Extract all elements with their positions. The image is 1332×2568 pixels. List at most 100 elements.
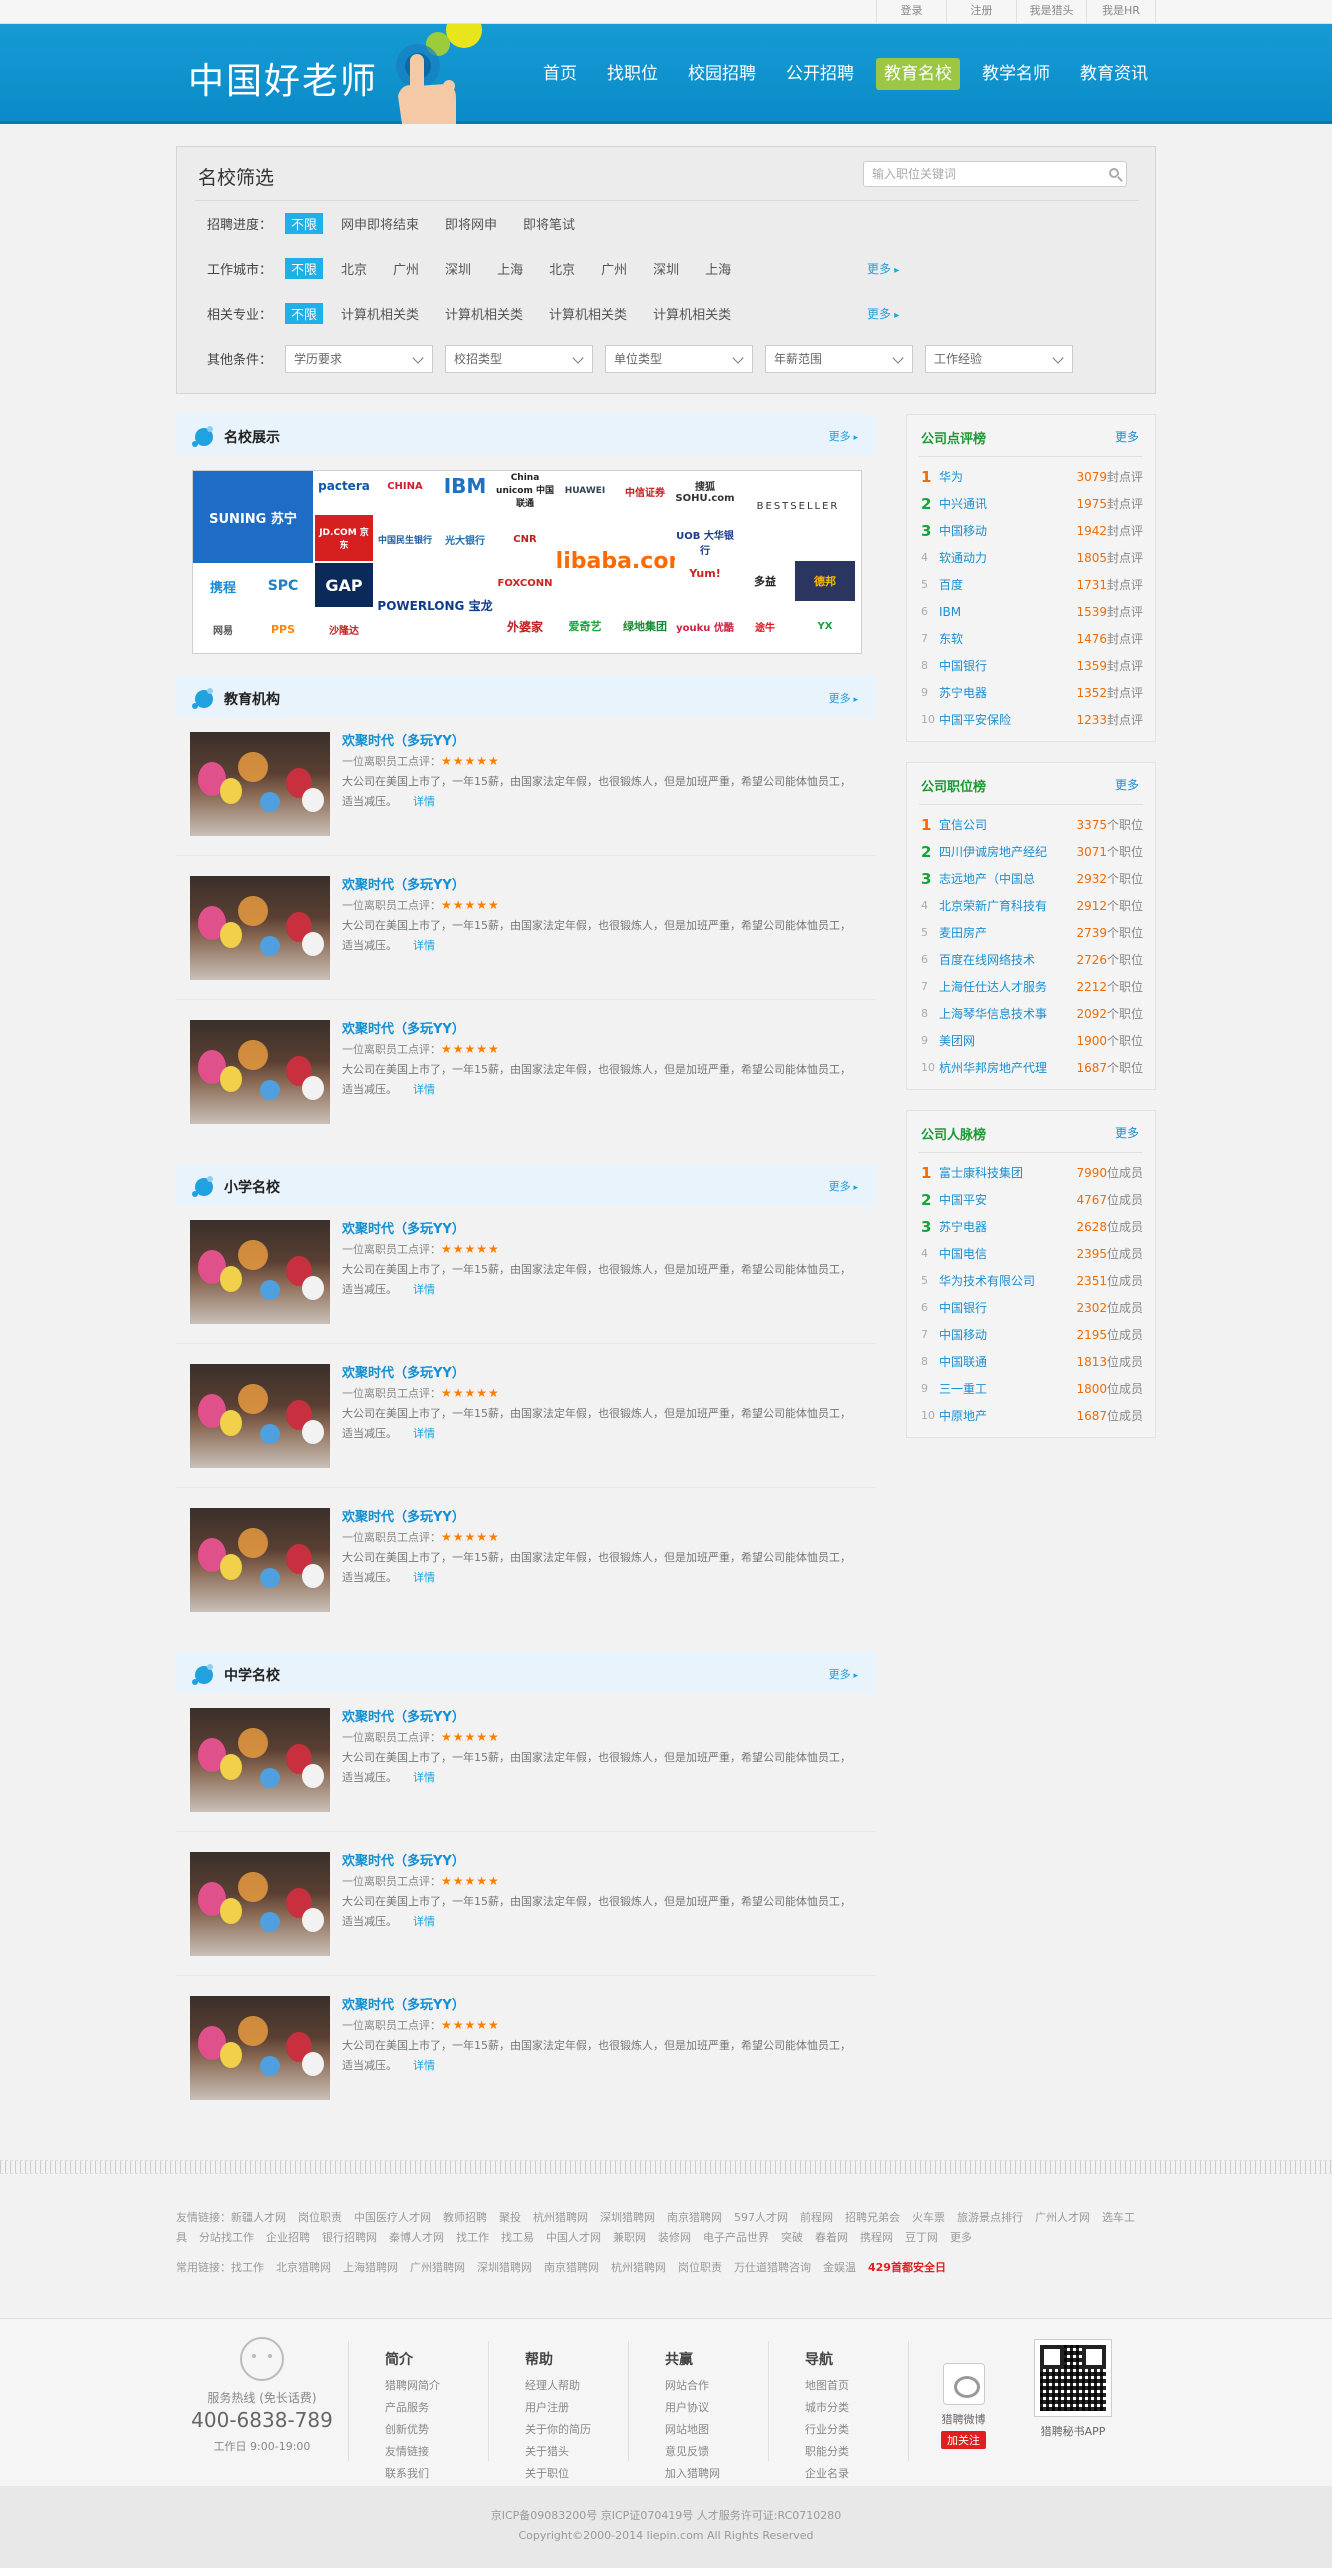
footer-link[interactable]: 中国医疗人才网 [354,2211,431,2224]
rank-company[interactable]: 中国银行 [939,1299,1069,1316]
item-title[interactable]: 欢聚时代（多玩YY） [342,1018,862,1037]
item-title[interactable]: 欢聚时代（多玩YY） [342,730,862,749]
item-title[interactable]: 欢聚时代（多玩YY） [342,1706,862,1725]
logo-greenland[interactable]: 绿地集团 [615,605,675,647]
filter-option[interactable]: 深圳 [445,259,471,278]
logo-youku[interactable]: youku 优酷 [675,605,735,647]
logo-bestseller[interactable]: BESTSELLER [735,481,861,531]
school-photo[interactable] [190,1996,330,2100]
rank-company[interactable]: 中国移动 [939,1326,1069,1343]
logo-powerlong[interactable]: POWERLONG 宝龙 [375,555,495,653]
footer-link[interactable]: 新疆人才网 [231,2211,286,2224]
section-more-link[interactable]: 更多 [829,1666,858,1682]
footer-link[interactable]: 聚投 [499,2211,521,2224]
rank-company[interactable]: 软通动力 [939,549,1069,566]
logo-alibaba[interactable]: Alibaba.com [555,515,675,607]
filter-option[interactable]: 计算机相关类 [341,304,419,323]
logo-cnr[interactable]: CNR [495,527,555,551]
footer-link[interactable]: 杭州猎聘网 [533,2211,588,2224]
school-photo[interactable] [190,1020,330,1124]
logo-jd[interactable]: JD.COM 京东 [315,515,373,561]
rank-company[interactable]: 北京荣新广育科技有 [939,897,1069,914]
filter-more-link[interactable]: 更多 [867,305,899,322]
footer-link[interactable]: 前程网 [800,2211,833,2224]
footer-link[interactable]: 旅游景点排行 [957,2211,1023,2224]
footer-link[interactable]: 岗位职责 [298,2211,342,2224]
school-photo[interactable] [190,1364,330,1468]
detail-link[interactable]: 详情 [413,1427,435,1440]
logo-item[interactable]: 网易 [193,609,253,649]
nav-home[interactable]: 首页 [535,58,585,90]
rank-company[interactable]: 中兴通讯 [939,495,1069,512]
rank-company[interactable]: 上海任仕达人才服务 [939,978,1069,995]
filter-option[interactable]: 上海 [497,259,523,278]
footer-link[interactable]: 友情链接 [385,2441,488,2463]
highlight-link[interactable]: 429首都安全日 [868,2261,946,2274]
school-photo[interactable] [190,732,330,836]
footer-link[interactable]: 职能分类 [805,2441,908,2463]
section-more-link[interactable]: 更多 [829,428,858,444]
footer-link[interactable]: 找工易 [501,2231,534,2244]
unit-type-select[interactable]: 单位类型 [605,344,753,373]
footer-link[interactable]: 地图首页 [805,2375,908,2397]
nav-news[interactable]: 教育资讯 [1072,58,1156,90]
filter-option-any[interactable]: 不限 [285,213,324,234]
item-title[interactable]: 欢聚时代（多玩YY） [342,1362,862,1381]
logo-yum[interactable]: Yum! [675,561,735,585]
filter-option[interactable]: 计算机相关类 [549,304,627,323]
rank-company[interactable]: 四川伊诚房地产经纪 [939,843,1069,860]
footer-link[interactable]: 金娱温 [823,2261,856,2274]
logo-duoyi[interactable]: 多益 [735,561,795,601]
detail-link[interactable]: 详情 [413,1283,435,1296]
footer-link[interactable]: 用户协议 [665,2397,768,2419]
logo-item[interactable]: HUAWEI [555,471,615,511]
logo-item[interactable]: 德邦 [795,561,855,601]
rank-company[interactable]: 中国平安保险 [939,711,1069,728]
school-photo[interactable] [190,1508,330,1612]
logo-tuniu[interactable]: 途牛 [735,605,795,647]
section-more-link[interactable]: 更多 [829,690,858,706]
footer-link[interactable]: 广州人才网 [1035,2211,1090,2224]
nav-jobs[interactable]: 找职位 [599,58,666,90]
rank-company[interactable]: IBM [939,605,1069,619]
footer-link[interactable]: 突破 [781,2231,803,2244]
footer-link[interactable]: 南京猎聘网 [667,2211,722,2224]
footer-link[interactable]: 网站地图 [665,2419,768,2441]
filter-option[interactable]: 广州 [601,259,627,278]
nav-public[interactable]: 公开招聘 [778,58,862,90]
rank-company[interactable]: 华为技术有限公司 [939,1272,1069,1289]
rank-company[interactable]: 华为 [939,468,1069,485]
login-link[interactable]: 登录 [876,0,946,24]
footer-link[interactable]: 深圳猎聘网 [600,2211,655,2224]
filter-option-any[interactable]: 不限 [285,258,324,279]
filter-option[interactable]: 计算机相关类 [445,304,523,323]
ranking-more-link[interactable]: 更多 [1115,1124,1139,1141]
footer-link[interactable]: 经理人帮助 [525,2375,628,2397]
logo-spc[interactable]: SPC [253,565,313,607]
rank-company[interactable]: 美团网 [939,1032,1069,1049]
school-photo[interactable] [190,1852,330,1956]
footer-link[interactable]: 创新优势 [385,2419,488,2441]
logo-yx[interactable]: YX [795,605,855,647]
search-icon[interactable] [1109,168,1119,178]
detail-link[interactable]: 详情 [413,1915,435,1928]
footer-link[interactable]: 企业招聘 [266,2231,310,2244]
site-logo[interactable]: 中国好老师 [188,52,378,104]
footer-link[interactable]: 597人才网 [734,2211,788,2224]
logo-item[interactable]: 中国民生银行 [375,527,435,551]
rank-company[interactable]: 苏宁电器 [939,1218,1069,1235]
footer-link[interactable]: 银行招聘网 [322,2231,377,2244]
filter-option[interactable]: 北京 [341,259,367,278]
weibo-icon[interactable] [942,2363,985,2405]
logo-unicom[interactable]: China unicom 中国联通 [495,471,555,511]
footer-link[interactable]: 意见反馈 [665,2441,768,2463]
footer-link[interactable]: 行业分类 [805,2419,908,2441]
detail-link[interactable]: 详情 [413,2059,435,2072]
footer-link[interactable]: 携程网 [860,2231,893,2244]
filter-option[interactable]: 上海 [705,259,731,278]
detail-link[interactable]: 详情 [413,795,435,808]
footer-link[interactable]: 找工作 [231,2261,264,2274]
filter-option[interactable]: 广州 [393,259,419,278]
salary-select[interactable]: 年薪范围 [765,344,913,373]
item-title[interactable]: 欢聚时代（多玩YY） [342,1994,862,2013]
